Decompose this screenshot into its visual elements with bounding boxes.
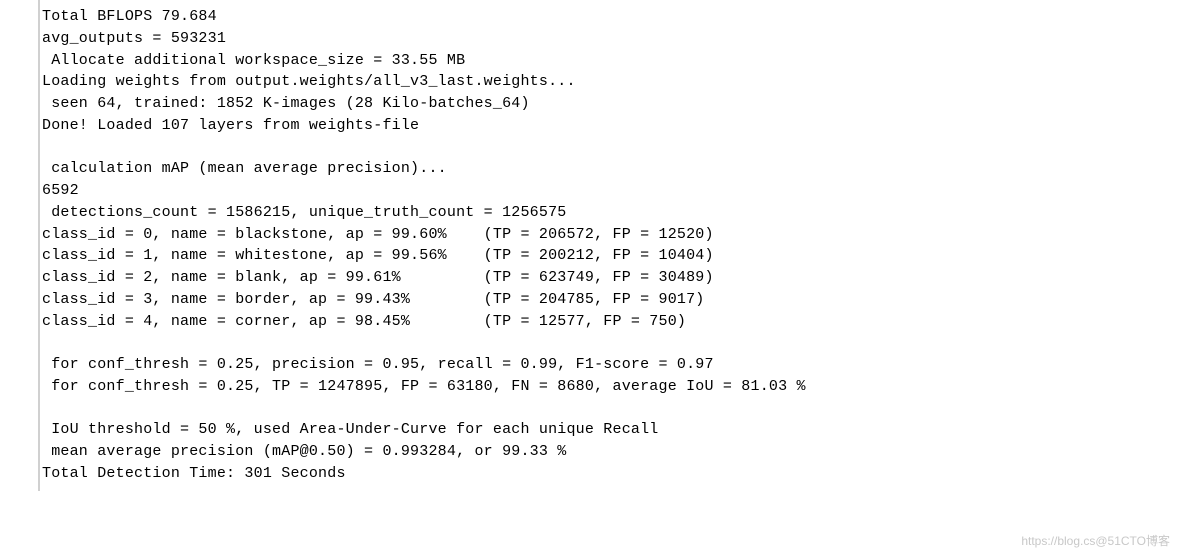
terminal-line: seen 64, trained: 1852 K-images (28 Kilo… [42, 93, 1184, 115]
terminal-line: Loading weights from output.weights/all_… [42, 71, 1184, 93]
terminal-line: avg_outputs = 593231 [42, 28, 1184, 50]
terminal-line: class_id = 1, name = whitestone, ap = 99… [42, 245, 1184, 267]
terminal-line: class_id = 4, name = corner, ap = 98.45%… [42, 311, 1184, 333]
terminal-line: for conf_thresh = 0.25, TP = 1247895, FP… [42, 376, 1184, 398]
terminal-line [42, 332, 1184, 354]
terminal-output: Total BFLOPS 79.684avg_outputs = 593231 … [38, 0, 1184, 491]
terminal-line: calculation mAP (mean average precision)… [42, 158, 1184, 180]
terminal-line [42, 398, 1184, 420]
terminal-line: Done! Loaded 107 layers from weights-fil… [42, 115, 1184, 137]
terminal-line: class_id = 3, name = border, ap = 99.43%… [42, 289, 1184, 311]
terminal-line: IoU threshold = 50 %, used Area-Under-Cu… [42, 419, 1184, 441]
terminal-line: Total BFLOPS 79.684 [42, 6, 1184, 28]
terminal-line: class_id = 2, name = blank, ap = 99.61% … [42, 267, 1184, 289]
terminal-line: mean average precision (mAP@0.50) = 0.99… [42, 441, 1184, 463]
terminal-line: Total Detection Time: 301 Seconds [42, 463, 1184, 485]
terminal-line [42, 137, 1184, 159]
watermark-text: https://blog.cs@51CTO博客 [1021, 533, 1170, 550]
terminal-line: class_id = 0, name = blackstone, ap = 99… [42, 224, 1184, 246]
terminal-line: for conf_thresh = 0.25, precision = 0.95… [42, 354, 1184, 376]
terminal-line: detections_count = 1586215, unique_truth… [42, 202, 1184, 224]
terminal-line: Allocate additional workspace_size = 33.… [42, 50, 1184, 72]
terminal-line: 6592 [42, 180, 1184, 202]
